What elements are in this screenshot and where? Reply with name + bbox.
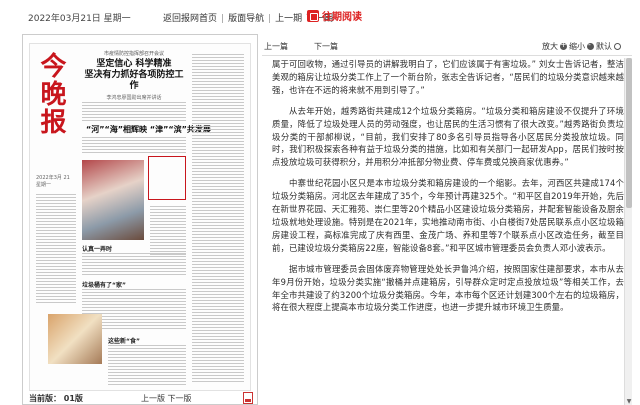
article-paragraph: 据市城市管理委员会固体废弃物管理处处长尹鲁鸿介绍，按照国家住建部要求，本市从去年… [272,263,624,313]
zoom-in-label[interactable]: 放大 [542,41,558,52]
article-paragraph: 从去年开始，越秀路街共建成12个垃圾分类箱房。“垃圾分类和箱房建设不仅提升了环境… [272,105,624,168]
article-paragraph: 中寨世纪花园小区只是本市垃圾分类和箱房建设的一个缩影。去年，河西区共建成174个… [272,178,624,253]
nav-separator: | [268,14,272,24]
past-issues-label: 往期阅读 [322,12,362,23]
zoom-in-icon[interactable] [560,40,567,50]
top-bar: 2022年03月21日 星期一 返回报网首页 | 版面导航 | 上一期 下一期 往期阅读 [0,0,640,34]
next-page-link[interactable]: 下一版 [168,394,192,403]
prev-article-link[interactable]: 上一篇 [264,41,288,52]
text-column [82,102,186,122]
zoom-out-icon[interactable] [587,40,594,50]
article-toolbar: 上一篇 下一篇 放大 缩小 默认 [262,34,632,56]
secondary-photo[interactable] [48,314,102,364]
article-headline-small[interactable]: 这些新“食” [108,336,140,345]
prev-issue-link[interactable]: 上一期 [275,14,302,24]
issue-date: 2022年03月21日 星期一 [28,14,131,24]
article-body: 属于可回收物，通过引导员的讲解我明白了，它们应该属于有害垃圾。” 刘女士告诉记者… [272,58,624,405]
past-issues-button[interactable]: 往期阅读 [307,8,362,23]
text-column [150,206,186,256]
text-column [82,137,186,153]
lead-headline[interactable]: 市疫情防控指挥部召开会议 坚定信心 科学精准 坚决有力抓好各项防控工作 李鸿忠廖… [82,50,186,101]
text-column [192,54,244,384]
page-pager: 上一版 下一版 [141,393,192,404]
zoom-out-label[interactable]: 缩小 [569,41,585,52]
lead-headline-line-1: 坚定信心 科学精准 [96,59,172,69]
text-column [108,345,186,385]
newspaper-logo: 今晚报 [36,52,66,136]
text-column [36,194,76,304]
masthead: 今晚报 2022年3月 21 星期一 [36,52,76,188]
prev-page-link[interactable]: 上一版 [141,394,165,403]
scroll-down-arrow[interactable]: ▼ [626,399,632,405]
newspaper-page-thumbnail[interactable]: 今晚报 2022年3月 21 星期一 市疫情防控指挥部召开会议 坚定信心 科学精… [29,43,251,391]
page-footer: 当前版： 01版 上一版 下一版 [29,392,253,405]
next-article-link[interactable]: 下一篇 [314,41,338,52]
article-scrollbar[interactable]: ▲ ▼ [624,58,632,405]
current-page-label: 当前版： 01版 [29,394,83,403]
article-paragraph: 属于可回收物，通过引导员的讲解我明白了，它们应该属于有害垃圾。” 刘女士告诉记者… [272,59,624,95]
zoom-reset-icon[interactable] [614,43,621,50]
calendar-icon [307,9,319,22]
text-column [82,253,186,275]
article-headline-small[interactable]: 认真一弄时 [82,244,112,253]
pdf-icon[interactable] [243,392,253,404]
lead-headline-line-2: 坚决有力抓好各项防控工作 [84,70,184,91]
lead-subhead: 李鸿忠廖国勋出席并讲话 [106,95,162,101]
scroll-thumb[interactable] [626,58,632,208]
zoom-controls: 放大 缩小 默认 [542,40,621,52]
zoom-reset-label[interactable]: 默认 [596,41,612,52]
lead-kicker: 市疫情防控指挥部召开会议 [103,51,164,57]
home-link[interactable]: 返回报网首页 [163,14,217,24]
page-preview-panel: 今晚报 2022年3月 21 星期一 市疫情防控指挥部召开会议 坚定信心 科学精… [22,34,258,405]
masthead-date: 2022年3月 21 星期一 [36,175,70,188]
article-panel: 上一篇 下一篇 放大 缩小 默认 属于可回收物，通过引导员的讲解我明白了，它们应… [262,34,632,405]
article-headline-small[interactable]: 垃圾桶有了“家” [82,280,126,289]
nav-separator: | [221,14,225,24]
front-page-photo[interactable] [82,160,144,240]
highlight-box [148,156,186,200]
layout-nav-link[interactable]: 版面导航 [228,14,264,24]
